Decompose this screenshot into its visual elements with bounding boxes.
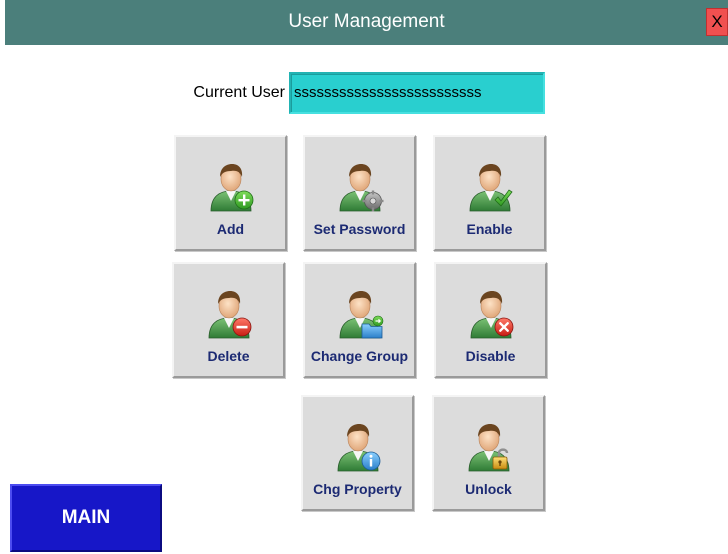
chg-property-label: Chg Property <box>313 481 402 497</box>
user-disable-icon <box>467 288 513 340</box>
close-button[interactable]: X <box>706 8 728 36</box>
change-group-label: Change Group <box>310 348 409 364</box>
add-user-label: Add <box>216 221 245 237</box>
set-password-button[interactable]: Set Password <box>303 135 416 251</box>
window-title: User Management <box>288 11 445 32</box>
disable-user-button[interactable]: Disable <box>434 262 547 378</box>
main-button[interactable]: MAIN <box>10 484 162 552</box>
current-user-field[interactable]: sssssssssssssssssssssssss <box>289 72 545 114</box>
user-add-icon <box>207 161 253 213</box>
enable-user-label: Enable <box>466 221 513 237</box>
unlock-user-label: Unlock <box>465 481 512 497</box>
disable-user-label: Disable <box>465 348 516 364</box>
user-password-icon <box>336 161 383 212</box>
delete-user-label: Delete <box>207 348 250 364</box>
add-user-button[interactable]: Add <box>174 135 287 251</box>
title-bar: User Management X <box>5 0 728 45</box>
user-change-group-icon <box>336 288 383 340</box>
user-delete-icon <box>205 288 251 340</box>
user-enable-icon <box>466 161 513 213</box>
unlock-user-button[interactable]: Unlock <box>432 395 545 511</box>
enable-user-button[interactable]: Enable <box>433 135 546 251</box>
user-unlock-icon <box>465 421 513 473</box>
set-password-label: Set Password <box>313 221 406 237</box>
current-user-label: Current User <box>193 84 285 101</box>
delete-user-button[interactable]: Delete <box>172 262 285 378</box>
user-property-icon <box>334 421 380 473</box>
chg-property-button[interactable]: Chg Property <box>301 395 414 511</box>
change-group-button[interactable]: Change Group <box>303 262 416 378</box>
